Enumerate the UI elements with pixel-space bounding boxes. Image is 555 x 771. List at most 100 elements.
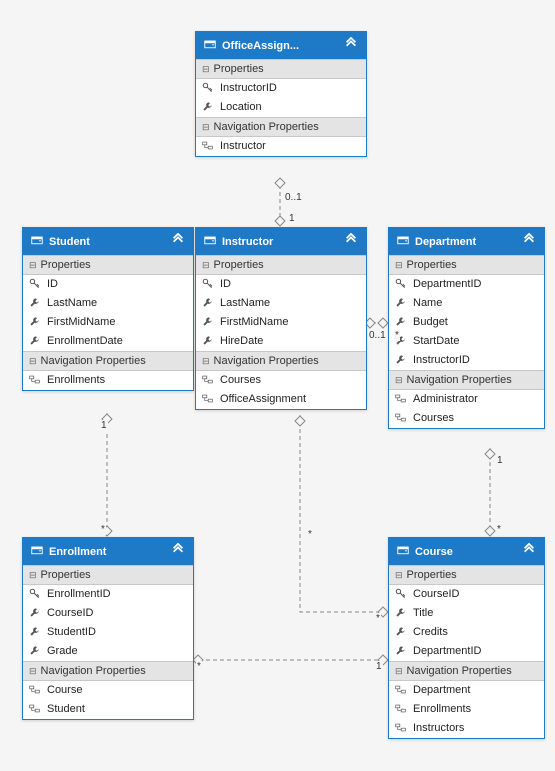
property-row[interactable]: FirstMidName bbox=[196, 313, 366, 332]
nav-properties-header[interactable]: ⊟Navigation Properties bbox=[389, 370, 544, 390]
properties-header[interactable]: ⊟Properties bbox=[196, 59, 366, 79]
property-row[interactable]: CourseID bbox=[23, 604, 193, 623]
property-row[interactable]: InstructorID bbox=[389, 351, 544, 370]
nav-property-row[interactable]: Student bbox=[23, 700, 193, 719]
property-row[interactable]: HireDate bbox=[196, 332, 366, 351]
entity-header[interactable]: Course bbox=[389, 538, 544, 565]
entity-department[interactable]: Department⊟PropertiesDepartmentIDName Bud… bbox=[388, 227, 545, 429]
nav-properties-header[interactable]: ⊟Navigation Properties bbox=[196, 117, 366, 137]
nav-properties-header[interactable]: ⊟Navigation Properties bbox=[23, 661, 193, 681]
property-name: CourseID bbox=[47, 607, 93, 619]
property-row[interactable]: Budget bbox=[389, 313, 544, 332]
entity-title: Enrollment bbox=[49, 546, 171, 558]
properties-header[interactable]: ⊟Properties bbox=[389, 255, 544, 275]
nav-properties-header[interactable]: ⊟Navigation Properties bbox=[23, 351, 193, 371]
minus-icon: ⊟ bbox=[202, 356, 210, 367]
nav-property-name: Courses bbox=[413, 412, 454, 424]
collapse-icon[interactable] bbox=[522, 543, 536, 560]
section-label: Properties bbox=[214, 63, 264, 75]
multiplicity-label: 1 bbox=[288, 213, 296, 224]
wrench-icon bbox=[395, 297, 406, 311]
property-row[interactable]: Grade bbox=[23, 642, 193, 661]
section-label: Properties bbox=[41, 569, 91, 581]
multiplicity-label: * bbox=[307, 529, 313, 540]
key-icon bbox=[29, 278, 40, 292]
nav-property-row[interactable]: Enrollments bbox=[389, 700, 544, 719]
property-row[interactable]: Name bbox=[389, 294, 544, 313]
properties-header[interactable]: ⊟Properties bbox=[196, 255, 366, 275]
nav-icon bbox=[395, 412, 406, 426]
property-row[interactable]: ID bbox=[23, 275, 193, 294]
multiplicity-label: 1 bbox=[100, 420, 108, 431]
collapse-icon[interactable] bbox=[344, 233, 358, 250]
wrench-icon bbox=[395, 354, 406, 368]
collapse-icon[interactable] bbox=[522, 233, 536, 250]
property-name: Title bbox=[413, 607, 433, 619]
property-row[interactable]: StudentID bbox=[23, 623, 193, 642]
entity-header[interactable]: Student bbox=[23, 228, 193, 255]
wrench-icon bbox=[29, 335, 40, 349]
nav-properties-header[interactable]: ⊟Navigation Properties bbox=[196, 351, 366, 371]
property-name: EnrollmentID bbox=[47, 588, 111, 600]
property-row[interactable]: InstructorID bbox=[196, 79, 366, 98]
properties-header[interactable]: ⊟Properties bbox=[23, 565, 193, 585]
entity-header[interactable]: Department bbox=[389, 228, 544, 255]
entity-enrollment[interactable]: Enrollment ⊟Properties EnrollmentID CourseI… bbox=[22, 537, 194, 720]
properties-header[interactable]: ⊟Properties bbox=[389, 565, 544, 585]
property-row[interactable]: Credits bbox=[389, 623, 544, 642]
nav-property-row[interactable]: Courses bbox=[196, 371, 366, 390]
entity-title: OfficeAssign... bbox=[222, 40, 344, 52]
nav-property-row[interactable]: Course bbox=[23, 681, 193, 700]
property-row[interactable]: FirstMidName bbox=[23, 313, 193, 332]
entity-instructor[interactable]: Instructor⊟Properties ID LastName FirstMidN… bbox=[195, 227, 367, 410]
property-row[interactable]: EnrollmentDate bbox=[23, 332, 193, 351]
entity-office[interactable]: OfficeAssign... ⊟PropertiesInstructorID Lo… bbox=[195, 31, 367, 157]
property-name: ID bbox=[47, 278, 58, 290]
nav-property-row[interactable]: OfficeAssignment bbox=[196, 390, 366, 409]
property-row[interactable]: DepartmentID bbox=[389, 642, 544, 661]
property-row[interactable]: ID bbox=[196, 275, 366, 294]
property-row[interactable]: LastName bbox=[23, 294, 193, 313]
property-name: Location bbox=[220, 101, 262, 113]
entity-header[interactable]: Instructor bbox=[196, 228, 366, 255]
collapse-icon[interactable] bbox=[171, 233, 185, 250]
nav-icon bbox=[29, 684, 40, 698]
property-row[interactable]: StartDate bbox=[389, 332, 544, 351]
entity-student[interactable]: Student⊟Properties ID LastNameFirstMidName… bbox=[22, 227, 194, 391]
nav-property-row[interactable]: Administrator bbox=[389, 390, 544, 409]
entity-icon bbox=[204, 38, 222, 53]
property-row[interactable]: Location bbox=[196, 98, 366, 117]
properties-header[interactable]: ⊟Properties bbox=[23, 255, 193, 275]
property-name: Budget bbox=[413, 316, 448, 328]
property-row[interactable]: EnrollmentID bbox=[23, 585, 193, 604]
wrench-icon bbox=[202, 335, 213, 349]
nav-properties-header[interactable]: ⊟Navigation Properties bbox=[389, 661, 544, 681]
nav-property-name: Administrator bbox=[413, 393, 478, 405]
nav-property-row[interactable]: Instructors bbox=[389, 719, 544, 738]
property-row[interactable]: DepartmentID bbox=[389, 275, 544, 294]
wrench-icon bbox=[29, 607, 40, 621]
key-icon bbox=[202, 82, 213, 96]
property-name: DepartmentID bbox=[413, 645, 481, 657]
nav-property-row[interactable]: Instructor bbox=[196, 137, 366, 156]
nav-icon bbox=[29, 374, 40, 388]
wrench-icon bbox=[395, 607, 406, 621]
entity-icon bbox=[397, 234, 415, 249]
nav-property-row[interactable]: Courses bbox=[389, 409, 544, 428]
nav-property-row[interactable]: Enrollments bbox=[23, 371, 193, 390]
minus-icon: ⊟ bbox=[29, 260, 37, 271]
entity-header[interactable]: OfficeAssign... bbox=[196, 32, 366, 59]
property-row[interactable]: CourseID bbox=[389, 585, 544, 604]
multiplicity-label: * bbox=[375, 613, 381, 624]
entity-course[interactable]: Course⊟PropertiesCourseID Title Credits Dep… bbox=[388, 537, 545, 739]
collapse-icon[interactable] bbox=[344, 37, 358, 54]
key-icon bbox=[395, 278, 406, 292]
collapse-icon[interactable] bbox=[171, 543, 185, 560]
property-name: FirstMidName bbox=[220, 316, 288, 328]
property-name: ID bbox=[220, 278, 231, 290]
entity-header[interactable]: Enrollment bbox=[23, 538, 193, 565]
nav-property-row[interactable]: Department bbox=[389, 681, 544, 700]
multiplicity-label: 1 bbox=[375, 661, 383, 672]
property-row[interactable]: Title bbox=[389, 604, 544, 623]
property-row[interactable]: LastName bbox=[196, 294, 366, 313]
